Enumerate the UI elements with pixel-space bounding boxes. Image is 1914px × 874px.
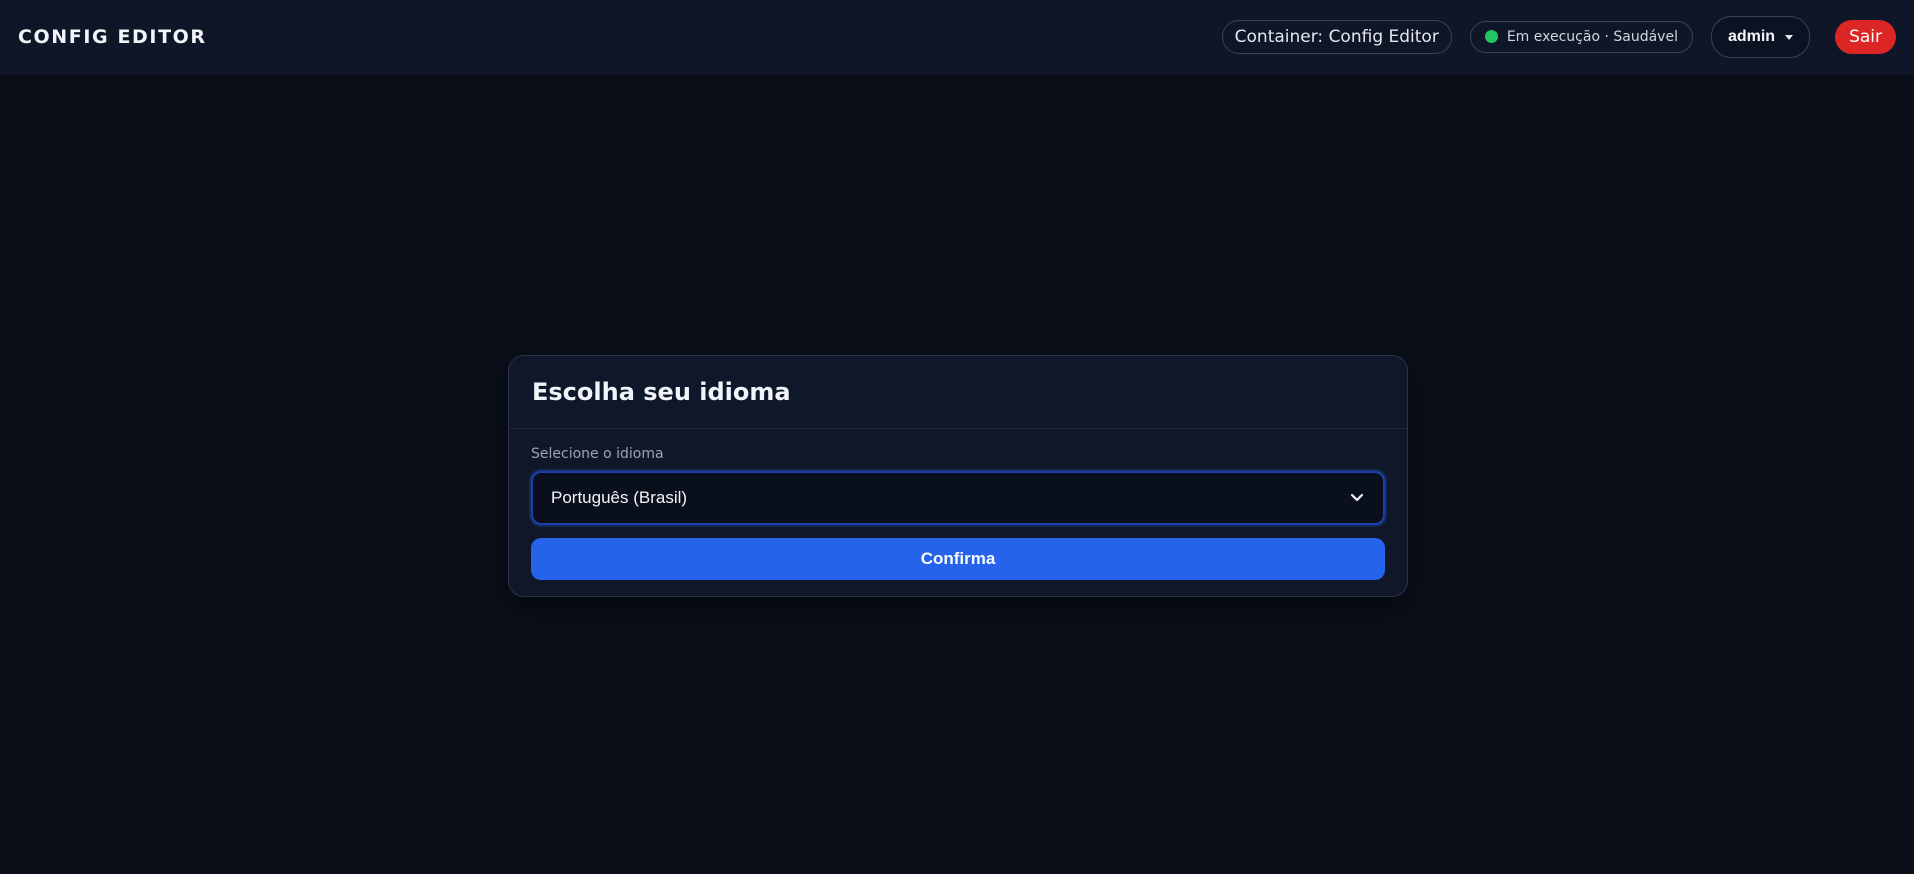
status-dot-icon bbox=[1484, 30, 1498, 43]
language-field-label: Selecione o idioma bbox=[531, 446, 664, 462]
language-card-title: Escolha seu idioma bbox=[532, 378, 791, 406]
top-bar: CONFIG EDITOR Container: Config Editor E… bbox=[0, 0, 1914, 74]
chevron-down-icon bbox=[1349, 490, 1365, 506]
language-card-header: Escolha seu idioma bbox=[509, 356, 1407, 429]
language-select-value: Português (Brasil) bbox=[551, 488, 688, 507]
confirm-button[interactable]: Confirma bbox=[531, 538, 1385, 580]
language-card: Escolha seu idioma Selecione o idioma Po… bbox=[508, 355, 1408, 597]
app-brand: CONFIG EDITOR bbox=[18, 25, 207, 48]
logout-label: Sair bbox=[1849, 26, 1882, 47]
confirm-label: Confirma bbox=[920, 549, 996, 568]
user-name: admin bbox=[1727, 27, 1776, 45]
logout-button[interactable]: Sair bbox=[1835, 19, 1896, 54]
caret-down-icon bbox=[1785, 34, 1794, 40]
container-badge: Container: Config Editor bbox=[1221, 19, 1452, 54]
status-text: Em execução · Saudável bbox=[1506, 28, 1678, 45]
top-bar-actions: Container: Config Editor Em execução · S… bbox=[1221, 15, 1896, 58]
language-card-body: Selecione o idioma Português (Brasil) Co… bbox=[509, 429, 1407, 580]
status-badge: Em execução · Saudável bbox=[1469, 20, 1693, 53]
user-menu-button[interactable]: admin bbox=[1710, 15, 1811, 58]
language-select[interactable]: Português (Brasil) bbox=[531, 471, 1385, 525]
container-label: Container: Config Editor bbox=[1234, 26, 1439, 47]
